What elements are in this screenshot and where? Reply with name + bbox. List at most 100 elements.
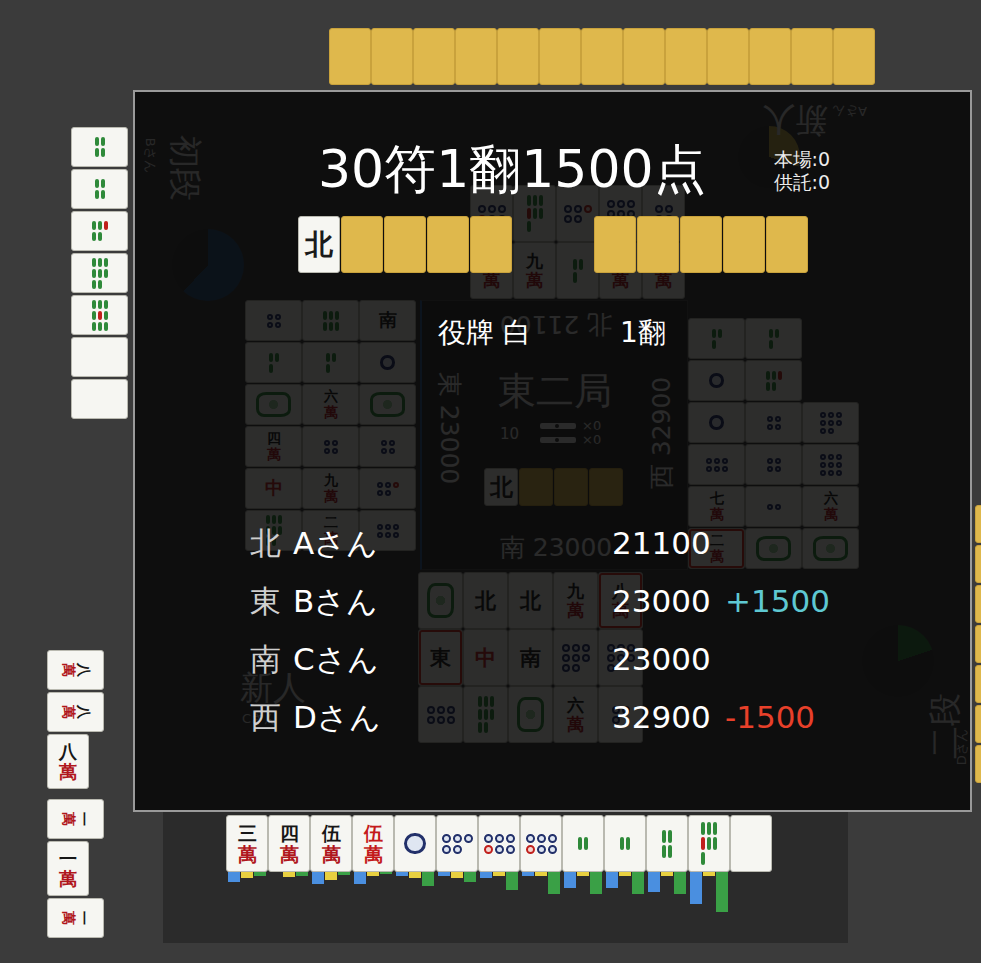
tile-label: 北 bbox=[305, 231, 333, 259]
stick-icon bbox=[101, 137, 105, 146]
stick-icon bbox=[92, 322, 96, 331]
analysis-bar bbox=[619, 872, 631, 876]
mahjong-tile[interactable] bbox=[688, 815, 730, 872]
player-name: Cさん bbox=[293, 630, 612, 688]
stick-icon bbox=[668, 845, 672, 858]
analysis-bar bbox=[283, 872, 295, 877]
circle-icon bbox=[495, 845, 504, 854]
mahjong-tile[interactable]: 伍萬 bbox=[310, 815, 352, 872]
seat-wind: 東 bbox=[250, 572, 293, 630]
point-change: -1500 bbox=[725, 688, 815, 746]
meld-group: 八萬八萬八萬 bbox=[47, 650, 104, 789]
circle-icon bbox=[526, 845, 535, 854]
mahjong-tile bbox=[975, 585, 981, 623]
analysis-bar bbox=[464, 872, 476, 882]
meld-area: 八萬八萬八萬一萬一萬一萬 bbox=[47, 650, 104, 938]
stick-icon bbox=[662, 845, 666, 858]
mahjong-tile[interactable] bbox=[604, 815, 646, 872]
mahjong-tile bbox=[680, 216, 722, 273]
yaku-row: 役牌 白1翻 bbox=[438, 313, 970, 353]
stick-icon bbox=[584, 837, 588, 850]
bar-group bbox=[688, 872, 730, 912]
bar-group bbox=[520, 872, 562, 912]
tile-label: 八萬 bbox=[59, 742, 77, 782]
bar-group bbox=[604, 872, 646, 912]
mahjong-tile bbox=[975, 665, 981, 703]
bar-group bbox=[562, 872, 604, 912]
analysis-bar bbox=[438, 872, 450, 876]
mahjong-tile bbox=[975, 705, 981, 743]
bamboo-icon bbox=[578, 837, 588, 850]
mahjong-tile: 北 bbox=[298, 216, 340, 273]
score-row: 北Aさん21100 bbox=[250, 514, 970, 572]
mahjong-tile: 一萬 bbox=[47, 799, 104, 839]
player-name: Aさん bbox=[293, 514, 612, 572]
stick-icon bbox=[104, 269, 108, 278]
stick-icon bbox=[104, 311, 108, 320]
mahjong-tile bbox=[975, 745, 981, 783]
player-points: 23000 bbox=[612, 630, 725, 688]
mahjong-tile bbox=[707, 28, 749, 85]
circle-icon bbox=[526, 834, 535, 843]
stick-icon bbox=[104, 221, 108, 230]
analysis-bar bbox=[577, 872, 589, 876]
mahjong-tile[interactable]: 伍萬 bbox=[352, 815, 394, 872]
stick-icon bbox=[98, 258, 102, 267]
stick-icon bbox=[104, 300, 108, 309]
meld-slot: 八萬 bbox=[47, 650, 104, 690]
dora-tiles: 北 bbox=[298, 216, 512, 273]
mahjong-tile[interactable]: 三萬 bbox=[226, 815, 268, 872]
tile-label: 一萬 bbox=[60, 812, 91, 826]
circle-icon bbox=[442, 845, 451, 854]
point-change: +1500 bbox=[725, 572, 830, 630]
mahjong-tile[interactable] bbox=[478, 815, 520, 872]
stick-icon bbox=[98, 269, 102, 278]
circles-icon bbox=[526, 834, 557, 854]
mahjong-tile: 一萬 bbox=[47, 898, 104, 938]
stick-icon bbox=[92, 269, 96, 278]
mahjong-tile bbox=[833, 28, 875, 85]
mahjong-tile[interactable] bbox=[520, 815, 562, 872]
stick-icon bbox=[101, 148, 105, 157]
analysis-bar bbox=[241, 872, 253, 878]
yaku-name: 役牌 白 bbox=[438, 313, 620, 353]
mahjong-tile bbox=[749, 28, 791, 85]
counters: 本場:0供託:0 bbox=[774, 138, 831, 194]
tile-label: 四萬 bbox=[280, 823, 299, 865]
tile-label: 三萬 bbox=[238, 823, 257, 865]
stick-icon bbox=[98, 280, 102, 289]
bamboo-icon bbox=[92, 221, 108, 241]
mahjong-tile: 八萬 bbox=[47, 734, 89, 789]
mahjong-tile[interactable] bbox=[562, 815, 604, 872]
bamboo-icon bbox=[95, 179, 105, 199]
analysis-bar bbox=[380, 872, 392, 874]
mahjong-tile[interactable]: 四萬 bbox=[268, 815, 310, 872]
bar-group bbox=[226, 872, 268, 912]
hand-tiles: 三萬四萬伍萬伍萬 bbox=[226, 815, 772, 872]
stick-icon bbox=[98, 311, 102, 320]
mahjong-tile[interactable] bbox=[436, 815, 478, 872]
analysis-bar bbox=[522, 872, 534, 876]
analysis-bar bbox=[409, 872, 421, 878]
analysis-bar bbox=[325, 872, 337, 880]
stick-icon bbox=[707, 822, 711, 835]
circle-icon bbox=[537, 845, 546, 854]
stick-icon bbox=[98, 232, 102, 241]
mahjong-tile[interactable] bbox=[394, 815, 436, 872]
player-points: 23000 bbox=[612, 572, 725, 630]
analysis-bar bbox=[312, 872, 324, 884]
mahjong-tile[interactable] bbox=[646, 815, 688, 872]
tile-label: 八萬 bbox=[60, 705, 91, 719]
stick-icon bbox=[95, 179, 99, 188]
opponent-hand bbox=[71, 127, 128, 419]
mahjong-tile[interactable] bbox=[730, 815, 772, 872]
mahjong-tile bbox=[723, 216, 765, 273]
circle-icon bbox=[548, 845, 557, 854]
analysis-bar bbox=[674, 872, 686, 894]
stick-icon bbox=[620, 837, 624, 850]
bamboo-icon bbox=[701, 822, 717, 865]
bar-group bbox=[310, 872, 352, 912]
analysis-bar bbox=[590, 872, 602, 894]
stick-icon bbox=[668, 830, 672, 843]
score-row: 南Cさん23000 bbox=[250, 630, 970, 688]
